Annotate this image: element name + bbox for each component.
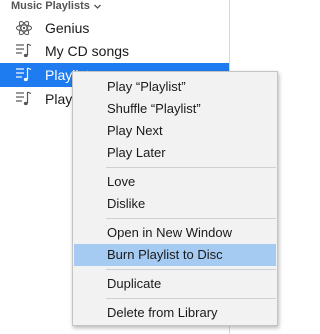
menu-item-duplicate[interactable]: Duplicate bbox=[74, 273, 276, 295]
playlist-icon bbox=[16, 91, 32, 106]
menu-item-play[interactable]: Play “Playlist” bbox=[74, 76, 276, 98]
menu-item-dislike[interactable]: Dislike bbox=[74, 193, 276, 215]
sidebar-item-label: My CD songs bbox=[45, 43, 130, 59]
menu-item-burn-playlist-to-disc[interactable]: Burn Playlist to Disc bbox=[74, 244, 276, 266]
menu-separator bbox=[106, 167, 276, 168]
sidebar-item-label: Genius bbox=[45, 20, 90, 36]
menu-item-delete-from-library[interactable]: Delete from Library bbox=[74, 302, 276, 324]
menu-item-shuffle[interactable]: Shuffle “Playlist” bbox=[74, 98, 276, 120]
menu-separator bbox=[106, 298, 276, 299]
menu-separator bbox=[106, 269, 276, 270]
section-header-music-playlists[interactable]: Music Playlists bbox=[11, 0, 102, 12]
playlist-icon bbox=[16, 43, 32, 58]
menu-item-play-later[interactable]: Play Later bbox=[74, 142, 276, 164]
sidebar-item-my-cd-songs[interactable]: My CD songs bbox=[0, 39, 229, 63]
menu-item-open-in-new-window[interactable]: Open in New Window bbox=[74, 222, 276, 244]
context-menu: Play “Playlist” Shuffle “Playlist” Play … bbox=[72, 71, 278, 326]
playlist-icon bbox=[16, 67, 32, 82]
section-title: Music Playlists bbox=[11, 0, 90, 12]
genius-atom-icon bbox=[16, 20, 32, 36]
menu-item-love[interactable]: Love bbox=[74, 171, 276, 193]
sidebar-item-genius[interactable]: Genius bbox=[0, 16, 229, 40]
menu-item-play-next[interactable]: Play Next bbox=[74, 120, 276, 142]
menu-separator bbox=[106, 218, 276, 219]
chevron-down-icon bbox=[93, 4, 101, 9]
